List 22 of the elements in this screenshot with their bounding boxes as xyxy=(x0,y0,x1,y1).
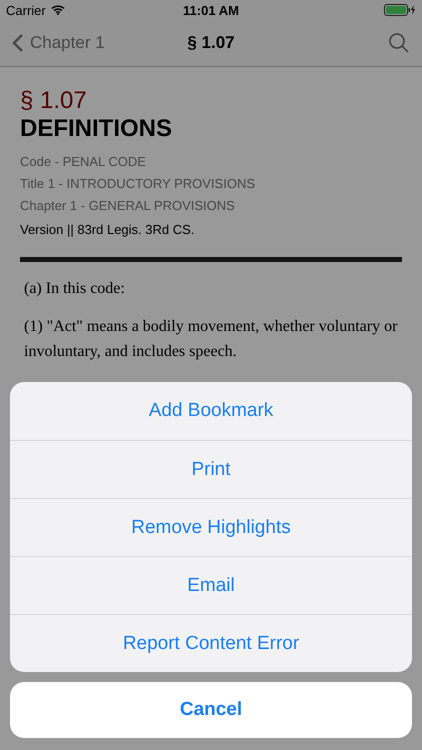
back-button[interactable]: Chapter 1 xyxy=(12,33,142,53)
carrier-label: Carrier xyxy=(6,2,46,18)
body-paragraph: (1) "Act" means a bodily movement, whether voluntary or involuntary, and includes speech. xyxy=(24,317,398,362)
action-button[interactable]: Add Bookmark xyxy=(10,382,412,440)
body-paragraph: (a) In this code: xyxy=(24,279,126,299)
action-button[interactable]: Email xyxy=(10,556,412,614)
meta-line: Title 1 - INTRODUCTORY PROVISIONS xyxy=(20,175,256,193)
battery-icon xyxy=(384,4,416,16)
nav-title: § 1.07 xyxy=(187,33,235,53)
action-button[interactable]: Print xyxy=(10,440,412,498)
action-button[interactable]: Remove Highlights xyxy=(10,498,412,556)
cancel-button[interactable]: Cancel xyxy=(10,682,412,738)
meta-line: Code - PENAL CODE xyxy=(20,153,147,171)
section-heading: DEFINITIONS xyxy=(20,115,174,143)
version-line: Version || 83rd Legis. 3Rd CS. xyxy=(20,222,196,237)
search-icon[interactable] xyxy=(388,32,410,54)
section-number: § 1.07 xyxy=(20,87,88,115)
status-time: 11:01 AM xyxy=(183,2,239,18)
wifi-icon xyxy=(50,5,65,15)
meta-line: Chapter 1 - GENERAL PROVISIONS xyxy=(20,197,236,215)
action-button[interactable]: Report Content Error xyxy=(10,614,412,672)
chevron-left-icon xyxy=(12,33,24,53)
